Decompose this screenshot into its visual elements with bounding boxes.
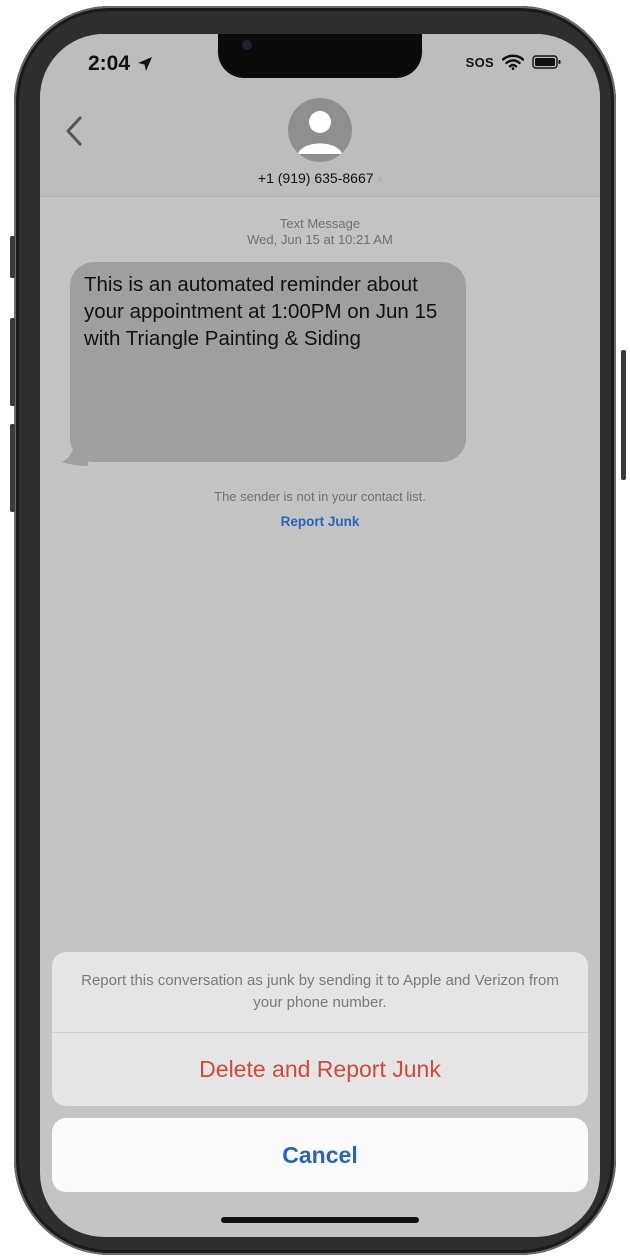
action-sheet: Report this conversation as junk by send…: [52, 952, 588, 1106]
sender-notice: The sender is not in your contact list.: [214, 489, 426, 504]
status-indicators: SOS: [466, 54, 562, 70]
notch: [218, 34, 422, 78]
delete-and-report-junk-button[interactable]: Delete and Report Junk: [52, 1033, 588, 1106]
back-chevron-icon[interactable]: [62, 114, 88, 148]
person-icon: [298, 111, 342, 154]
volume-down-button: [10, 424, 15, 512]
location-arrow-icon: [138, 57, 153, 71]
message-timestamp: Wed, Jun 15 at 10:21 AM: [247, 232, 393, 247]
sos-label: SOS: [465, 54, 494, 70]
cancel-button[interactable]: Cancel: [52, 1118, 588, 1192]
battery-icon: [532, 55, 561, 69]
home-indicator[interactable]: [221, 1217, 419, 1223]
volume-up-button: [10, 318, 15, 406]
screen: +1 (919) 635-8667 › 2:04 SOS Text Messag…: [40, 34, 600, 1237]
power-button: [621, 350, 626, 480]
wifi-icon: [502, 54, 524, 70]
message-meta: Text Message Wed, Jun 15 at 10:21 AM: [40, 216, 600, 248]
action-sheet-message: Report this conversation as junk by send…: [52, 952, 588, 1033]
contact-chevron-icon: ›: [377, 170, 383, 186]
avatar[interactable]: [288, 98, 352, 162]
status-time: 2:04: [88, 52, 154, 76]
message-text: This is an automated reminder about your…: [84, 273, 438, 350]
contact-number: +1 (919) 635-8667: [257, 170, 374, 186]
message-type: Text Message: [279, 216, 361, 231]
silent-switch: [10, 236, 15, 278]
front-camera: [242, 40, 252, 50]
contact-name[interactable]: +1 (919) 635-8667 ›: [40, 170, 600, 186]
incoming-message-bubble[interactable]: This is an automated reminder about your…: [70, 262, 466, 462]
time-label: 2:04: [88, 52, 131, 75]
report-junk-link[interactable]: Report Junk: [40, 514, 600, 529]
